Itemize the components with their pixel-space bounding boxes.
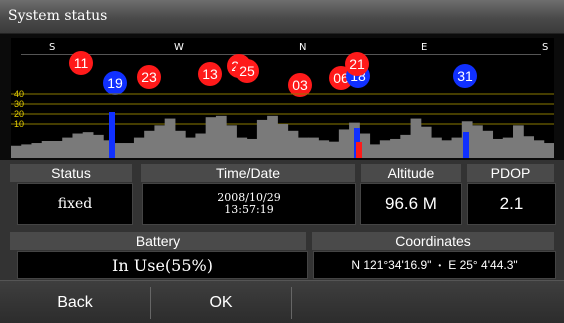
signal-background-bar — [267, 115, 278, 158]
signal-background-bar — [226, 125, 237, 158]
satellite-signal-bar — [463, 132, 469, 158]
signal-background-bar — [451, 137, 463, 158]
signal-background-bar — [533, 140, 545, 158]
signal-background-bar — [441, 140, 453, 158]
datetime-header: Time/Date — [141, 164, 355, 182]
signal-background-bar — [41, 141, 53, 158]
signal-background-bar — [369, 144, 381, 158]
battery-value: In Use(55%) — [17, 251, 308, 279]
signal-background-bar — [72, 133, 84, 158]
signal-background-bar — [523, 136, 535, 158]
latitude-value: N 121°34'16.9" — [351, 258, 432, 272]
signal-background-bar — [400, 134, 412, 158]
signal-background-bar — [338, 129, 350, 158]
satellite-sky-view: S W N E S 1119231327250306182131 4030201… — [11, 38, 554, 158]
signal-background-bar — [328, 141, 340, 158]
signal-background-bar — [410, 118, 422, 158]
toolbar-divider — [291, 287, 292, 319]
signal-background-bar — [113, 143, 125, 158]
signal-background-bar — [185, 137, 196, 158]
signal-background-bar — [31, 143, 43, 158]
datetime-value: 2008/10/29 13:57:19 — [142, 183, 356, 225]
signal-y-tick: 40 — [14, 89, 24, 99]
window-title: System status — [8, 8, 108, 24]
signal-background-bar — [154, 125, 166, 158]
ok-button[interactable]: OK — [151, 281, 291, 323]
signal-background-bar — [318, 140, 330, 158]
signal-background-bar — [482, 130, 494, 158]
status-header: Status — [10, 164, 132, 182]
signal-background-bar — [195, 133, 207, 158]
signal-background-bar — [431, 137, 442, 158]
signal-background-bar — [174, 130, 186, 158]
signal-y-tick: 20 — [14, 109, 24, 119]
longitude-value: E 25° 4'44.3" — [448, 258, 518, 272]
back-button[interactable]: Back — [0, 281, 150, 323]
signal-background-bar — [92, 134, 104, 158]
signal-background-bar — [62, 137, 73, 158]
altitude-header: Altitude — [361, 164, 461, 182]
signal-strength-chart: 40302010 — [11, 89, 554, 158]
signal-y-tick: 10 — [14, 119, 24, 129]
satellite-25: 25 — [235, 59, 259, 83]
coordinates-header: Coordinates — [312, 232, 554, 250]
signal-background-bar — [379, 140, 391, 158]
satellite-signal-bar — [356, 142, 362, 158]
signal-background-bar — [215, 115, 227, 158]
signal-background-bar — [492, 138, 504, 158]
status-value: fixed — [17, 183, 133, 225]
signal-background-bar — [472, 125, 483, 158]
coordinate-separator: • — [438, 260, 442, 270]
signal-background-bar — [277, 124, 289, 158]
signal-background-bar — [51, 141, 63, 158]
satellite-11: 11 — [69, 51, 93, 75]
signal-y-tick: 30 — [14, 99, 24, 109]
signal-background-bar — [164, 118, 176, 158]
pdop-value: 2.1 — [467, 183, 556, 225]
satellite-13: 13 — [198, 62, 222, 86]
signal-background-bar — [297, 137, 309, 158]
title-bar: System status — [0, 0, 564, 34]
satellite-31: 31 — [453, 64, 477, 88]
signal-background-bar — [420, 126, 432, 158]
signal-background-bar — [308, 137, 319, 158]
system-status-screen: System status S W N E S 1119231327250306… — [0, 0, 564, 323]
altitude-value: 96.6 M — [360, 183, 462, 225]
time-value: 13:57:19 — [224, 203, 274, 216]
signal-background-bar — [246, 138, 258, 158]
pdop-header: PDOP — [467, 164, 554, 182]
signal-background-bar — [502, 137, 514, 158]
battery-header: Battery — [10, 232, 306, 250]
bottom-toolbar: Back OK — [0, 280, 564, 323]
signal-background-bar — [11, 145, 22, 158]
satellite-21: 21 — [345, 52, 369, 76]
signal-background-bar — [144, 130, 155, 158]
signal-background-bar — [543, 143, 554, 158]
satellite-signal-bar — [109, 112, 115, 158]
signal-background-bar — [123, 143, 135, 158]
signal-background-bar — [287, 130, 299, 158]
signal-background-bar — [236, 137, 248, 158]
signal-background-bar — [82, 132, 94, 158]
signal-background-bar — [21, 144, 32, 158]
signal-background-bar — [205, 117, 217, 158]
signal-background-bar — [390, 138, 401, 158]
signal-background-bar — [133, 137, 145, 158]
signal-background-bar — [256, 119, 268, 158]
coordinates-value: N 121°34'16.9" • E 25° 4'44.3" — [313, 251, 556, 279]
signal-background-bar — [513, 125, 524, 158]
